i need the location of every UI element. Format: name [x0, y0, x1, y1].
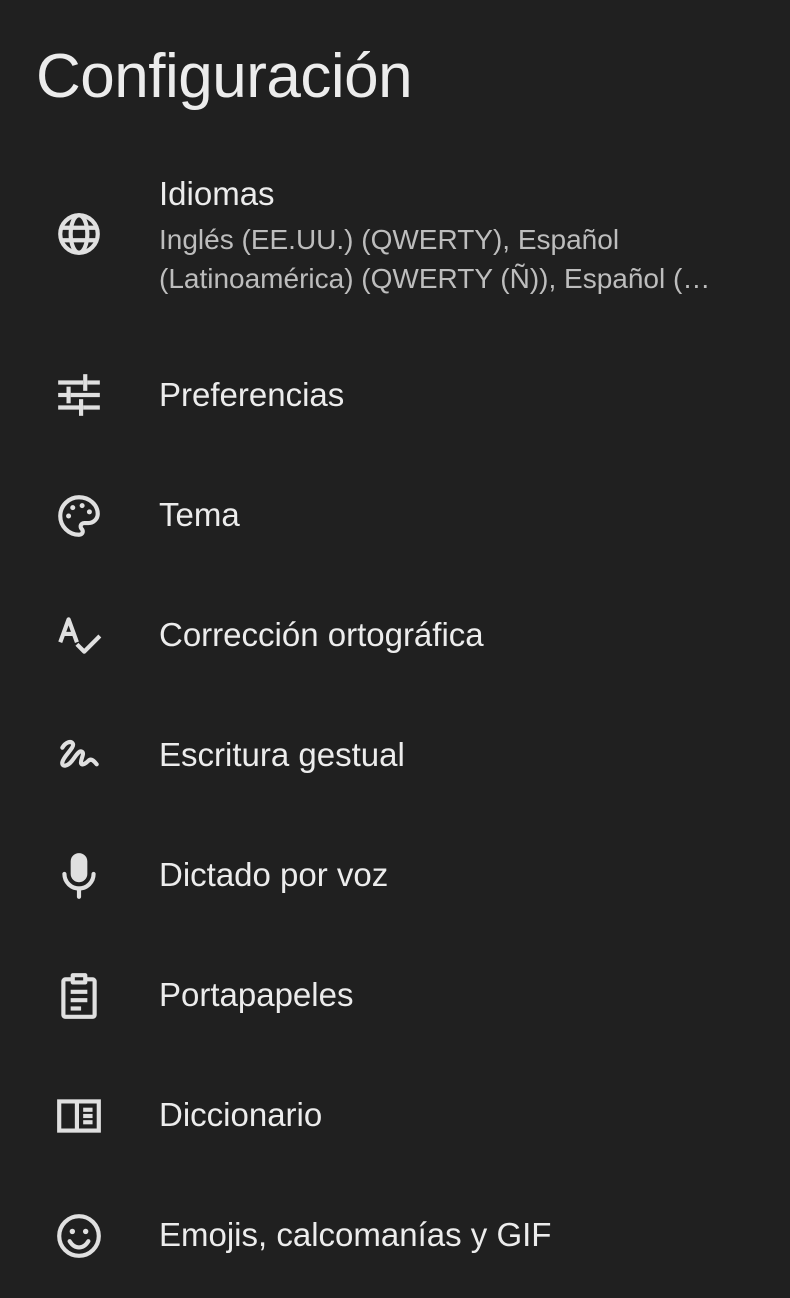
setting-label: Emojis, calcomanías y GIF: [159, 1216, 552, 1253]
clipboard-icon: [54, 971, 104, 1021]
emoji-smiley-icon: [54, 1211, 104, 1261]
setting-label: Corrección ortográfica: [159, 616, 484, 653]
sliders-icon: [54, 370, 104, 420]
microphone-icon: [54, 851, 104, 901]
setting-label: Portapapeles: [159, 976, 354, 1013]
setting-label: Preferencias: [159, 376, 345, 413]
setting-sublabel: Inglés (EE.UU.) (QWERTY), Español (Latin…: [159, 224, 711, 294]
setting-item-emoji[interactable]: Emojis, calcomanías y GIF: [0, 1175, 790, 1295]
settings-screen: Configuración Idiomas Inglés (EE.UU.) (Q…: [0, 0, 790, 1298]
page-title: Configuración: [36, 42, 413, 111]
dictionary-book-icon: [54, 1091, 104, 1141]
setting-item-languages[interactable]: Idiomas Inglés (EE.UU.) (QWERTY), Españo…: [0, 165, 790, 315]
gesture-icon: [54, 731, 104, 781]
setting-label: Diccionario: [159, 1096, 323, 1133]
setting-item-dictionary[interactable]: Diccionario: [0, 1055, 790, 1175]
setting-item-voice-typing[interactable]: Dictado por voz: [0, 815, 790, 935]
setting-label: Idiomas: [159, 175, 275, 212]
globe-icon: [54, 209, 104, 259]
setting-item-gesture-typing[interactable]: Escritura gestual: [0, 695, 790, 815]
spellcheck-icon: [54, 611, 104, 661]
setting-label: Tema: [159, 496, 240, 533]
palette-icon: [54, 491, 104, 541]
setting-item-clipboard[interactable]: Portapapeles: [0, 935, 790, 1055]
setting-label: Dictado por voz: [159, 856, 389, 893]
setting-item-spellcheck[interactable]: Corrección ortográfica: [0, 575, 790, 695]
setting-item-theme[interactable]: Tema: [0, 455, 790, 575]
setting-label: Escritura gestual: [159, 736, 405, 773]
setting-item-preferences[interactable]: Preferencias: [0, 335, 790, 455]
